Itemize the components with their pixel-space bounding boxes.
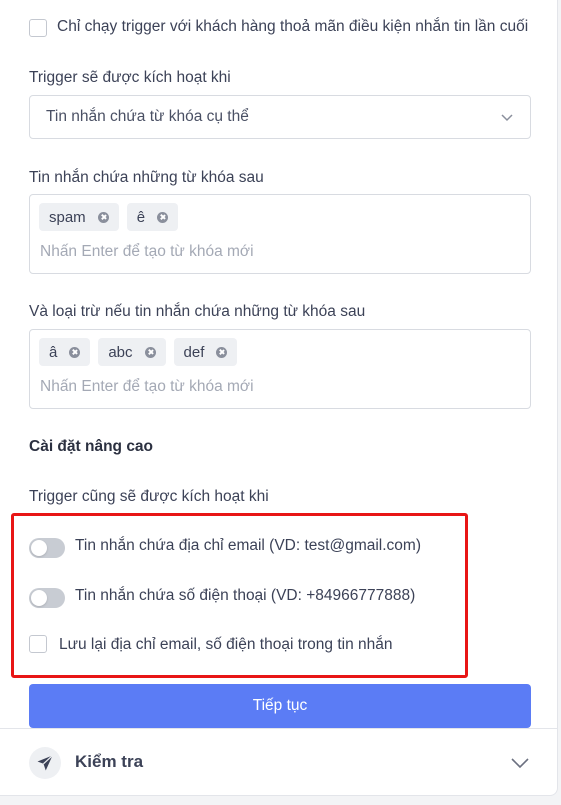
include-keywords-placeholder: Nhấn Enter để tạo từ khóa mới bbox=[40, 243, 254, 260]
exclude-keywords-placeholder: Nhấn Enter để tạo từ khóa mới bbox=[40, 378, 254, 395]
send-icon bbox=[29, 747, 61, 779]
include-keywords-label: Tin nhắn chứa những từ khóa sau bbox=[29, 169, 264, 186]
keyword-tag: â bbox=[39, 338, 91, 366]
keyword-tag-text: abc bbox=[108, 343, 133, 361]
trigger-settings-panel: Chỉ chạy trigger với khách hàng thoả mãn… bbox=[0, 0, 558, 796]
remove-tag-icon[interactable] bbox=[157, 211, 169, 223]
exclude-keywords-tags: â abc def bbox=[39, 338, 238, 366]
exclude-keywords-label: Và loại trừ nếu tin nhắn chứa những từ k… bbox=[29, 303, 366, 320]
continue-button[interactable]: Tiếp tục bbox=[29, 684, 531, 728]
chevron-down-icon bbox=[511, 758, 529, 769]
keyword-tag: ê bbox=[126, 203, 179, 231]
keyword-tag-text: spam bbox=[49, 208, 86, 226]
remove-tag-icon[interactable] bbox=[97, 211, 109, 223]
trigger-condition-value: Tin nhắn chứa từ khóa cụ thể bbox=[46, 108, 249, 125]
test-section-header[interactable]: Kiểm tra bbox=[0, 729, 558, 795]
keyword-tag: spam bbox=[39, 203, 119, 231]
remove-tag-icon[interactable] bbox=[216, 346, 228, 358]
advanced-settings-heading: Cài đặt nâng cao bbox=[29, 438, 154, 455]
advanced-settings-subheading: Trigger cũng sẽ được kích hoạt khi bbox=[29, 488, 269, 505]
keyword-tag: abc bbox=[98, 338, 166, 366]
trigger-condition-select[interactable]: Tin nhắn chứa từ khóa cụ thể bbox=[29, 95, 531, 139]
exclude-keywords-input[interactable]: â abc def Nhấn Enter để tạo từ khóa mới bbox=[29, 329, 531, 409]
test-section-label: Kiểm tra bbox=[75, 752, 144, 771]
chevron-down-icon bbox=[501, 114, 513, 122]
keyword-tag-text: ê bbox=[136, 208, 146, 226]
include-keywords-tags: spam ê bbox=[39, 203, 179, 231]
trigger-condition-label: Trigger sẽ được kích hoạt khi bbox=[29, 69, 231, 86]
keyword-tag-text: â bbox=[49, 343, 58, 361]
include-keywords-input[interactable]: spam ê Nhấn Enter để tạo từ khóa mới bbox=[29, 194, 531, 274]
last-message-checkbox[interactable] bbox=[29, 19, 47, 37]
keyword-tag-text: def bbox=[183, 343, 205, 361]
last-message-checkbox-label: Chỉ chạy trigger với khách hàng thoả mãn… bbox=[57, 18, 529, 35]
keyword-tag: def bbox=[173, 338, 238, 366]
remove-tag-icon[interactable] bbox=[69, 346, 81, 358]
highlight-box bbox=[11, 513, 468, 678]
remove-tag-icon[interactable] bbox=[144, 346, 156, 358]
